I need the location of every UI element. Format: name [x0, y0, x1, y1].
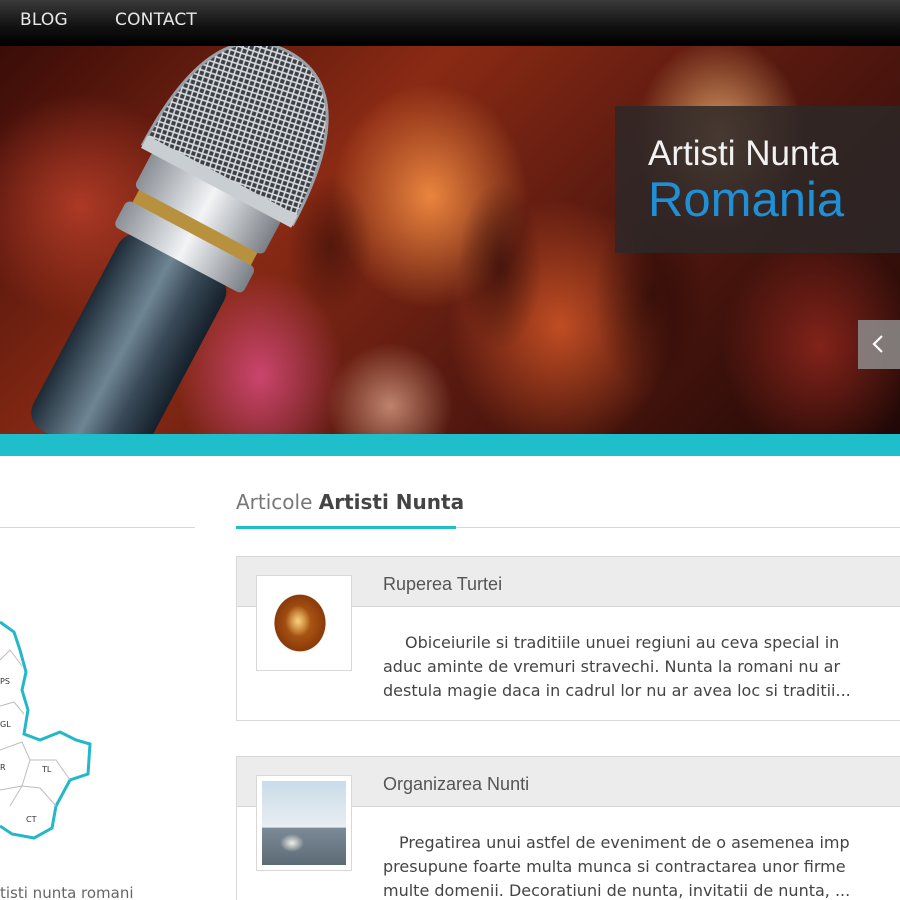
article-excerpt-line: aduc aminte de vremuri stravechi. Nunta … [383, 657, 841, 676]
sidebar-text-snippet: tisti nunta romani [0, 884, 134, 900]
hero-caption-title: Artisti Nunta [648, 134, 839, 173]
article-thumbnail[interactable] [256, 775, 352, 871]
article-card: Organizarea Nunti Pregatirea unui astfel… [236, 756, 900, 900]
map-label-tl: TL [41, 765, 52, 774]
turta-image [262, 581, 346, 665]
nav-link-contact[interactable]: CONTACT [115, 10, 197, 30]
article-excerpt-line: presupune foarte multa munca si contract… [383, 857, 846, 876]
article-card: Ruperea Turtei Obiceiurile si traditiile… [236, 556, 900, 721]
article-excerpt-line: Pregatirea unui astfel de eveniment de o… [399, 833, 850, 852]
hero-caption-subtitle: Romania [648, 173, 845, 227]
article-title-link[interactable]: Organizarea Nunti [383, 774, 529, 795]
article-thumbnail[interactable] [256, 575, 352, 671]
article-excerpt-line: destula magie daca in cadrul lor nu ar a… [383, 681, 851, 700]
hero-caption-box: Artisti Nunta Romania [615, 106, 900, 253]
map-label-ct: CT [26, 815, 37, 824]
romania-map-image[interactable]: PS GL R TL CT [0, 610, 100, 850]
section-heading-strong: Artisti Nunta [318, 490, 465, 514]
map-label-r: R [0, 763, 6, 772]
map-label-gl: GL [0, 720, 11, 729]
nav-link-blog[interactable]: BLOG [20, 10, 68, 30]
section-heading: Articole Artisti Nunta [236, 490, 464, 514]
top-navigation-bar: BLOG CONTACT [0, 0, 900, 46]
article-excerpt-line: Obiceiurile si traditiile unuei regiuni … [405, 633, 840, 652]
map-label-ps: PS [0, 677, 10, 686]
chevron-left-icon [872, 335, 883, 353]
section-heading-light: Articole [236, 490, 313, 514]
article-excerpt: Obiceiurile si traditiile unuei regiuni … [383, 631, 900, 703]
article-excerpt-line: multe domenii. Decoratiuni de nunta, inv… [383, 881, 851, 900]
hero-slider: Artisti Nunta Romania [0, 46, 900, 434]
section-heading-underline [236, 526, 456, 529]
article-excerpt: Pregatirea unui astfel de eveniment de o… [383, 831, 900, 900]
article-title-link[interactable]: Ruperea Turtei [383, 574, 502, 595]
sidebar-divider [0, 527, 195, 528]
slider-prev-button[interactable] [858, 320, 900, 369]
wedding-image [262, 781, 346, 865]
accent-band [0, 434, 900, 456]
